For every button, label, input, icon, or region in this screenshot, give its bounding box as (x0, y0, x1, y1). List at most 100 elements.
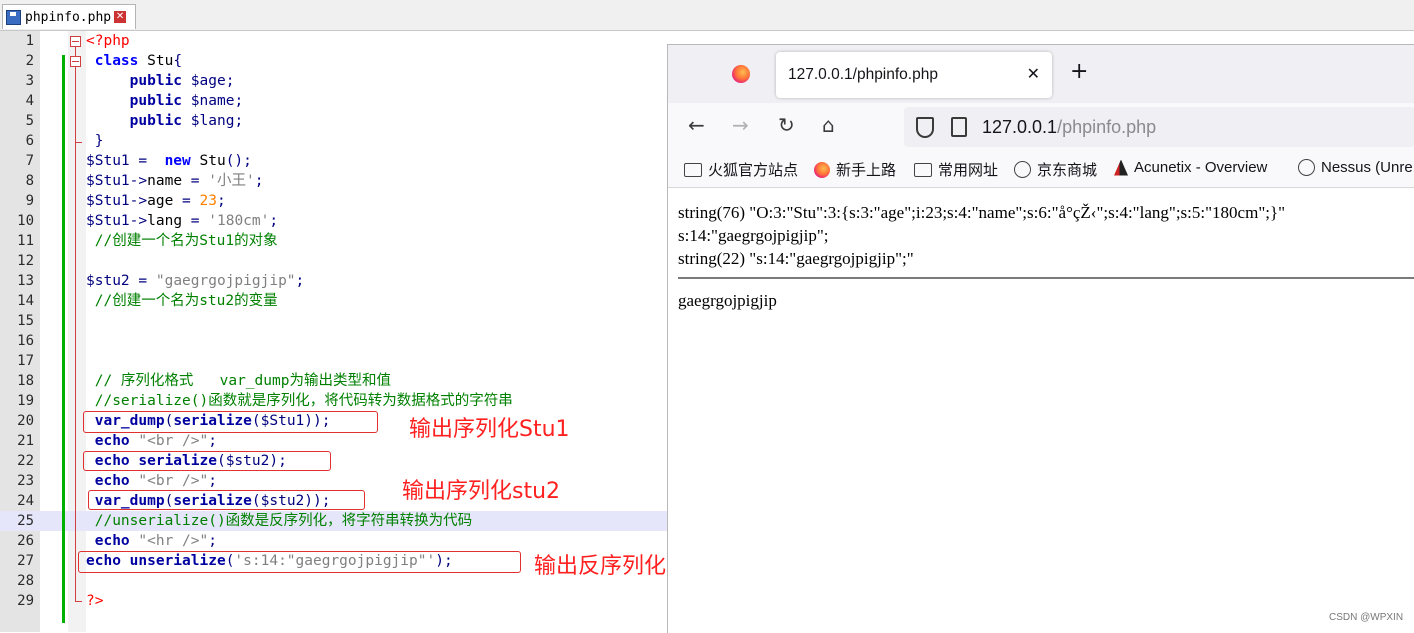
bookmark-item[interactable]: Acunetix - Overview (1114, 159, 1267, 176)
url-bar[interactable]: 127.0.0.1/phpinfo.php (904, 107, 1414, 147)
page-info-icon[interactable] (951, 117, 967, 137)
code-token: //serialize()函数就是序列化，将代码转为数据格式的字符串 (86, 393, 513, 409)
output-line: string(76) "O:3:"Stu":3:{s:3:"age";i:23;… (678, 203, 1286, 222)
code-line[interactable]: 1 <?php (0, 31, 668, 51)
code-token: $lang (182, 113, 235, 129)
code-token: = (182, 213, 209, 229)
globe-icon (1014, 161, 1031, 178)
close-icon[interactable]: ✕ (1027, 64, 1040, 83)
code-line[interactable]: 4 public $name; (0, 91, 668, 111)
close-icon[interactable]: ✕ (114, 11, 127, 23)
code-line[interactable]: 17 (0, 351, 668, 371)
line-number: 15 (17, 313, 34, 329)
line-number: 9 (25, 193, 34, 209)
line-number: 7 (25, 153, 34, 169)
code-line[interactable]: 26 echo "<hr />"; (0, 531, 668, 551)
code-token: (); (225, 153, 252, 169)
code-line[interactable]: 23 echo "<br />"; (0, 471, 668, 491)
code-line[interactable]: 7 $Stu1 = new Stu(); (0, 151, 668, 171)
line-number: 24 (17, 493, 34, 509)
code-token: = (129, 273, 156, 289)
back-arrow-icon[interactable]: ← (688, 113, 705, 137)
code-token: '180cm' (208, 213, 270, 229)
code-token: 23 (199, 193, 217, 209)
code-token: echo (94, 473, 130, 489)
code-line[interactable]: 9 $Stu1->age = 23; (0, 191, 668, 211)
code-text: echo "<br />"; (86, 431, 217, 451)
code-token: // 序列化格式 var_dump为输出类型和值 (86, 373, 391, 389)
bookmark-label: 常用网址 (938, 162, 999, 179)
fold-end (75, 142, 82, 143)
new-tab-icon[interactable]: + (1070, 59, 1088, 84)
browser-tab[interactable]: 127.0.0.1/phpinfo.php ✕ (776, 52, 1052, 98)
code-line[interactable]: 14 //创建一个名为stu2的变量 (0, 291, 668, 311)
firefox-icon[interactable] (732, 65, 750, 83)
bookmark-label: 京东商城 (1037, 162, 1098, 179)
reload-icon[interactable]: ↻ (778, 113, 795, 137)
code-token: ; (225, 73, 235, 89)
code-line[interactable]: 12 (0, 251, 668, 271)
code-token: "<br />" (129, 433, 209, 449)
shield-icon[interactable] (916, 117, 934, 138)
bookmark-item[interactable]: 新手上路 (814, 159, 896, 180)
bookmark-item[interactable]: 京东商城 (1014, 159, 1097, 180)
highlight-box (88, 490, 365, 510)
code-text: public $lang; (86, 111, 244, 131)
page-output: string(76) "O:3:"Stu":3:{s:3:"age";i:23;… (678, 201, 1413, 270)
code-text: $Stu1->age = 23; (86, 191, 226, 211)
fold-line (75, 142, 76, 602)
fold-line (75, 66, 76, 142)
line-number: 26 (17, 533, 34, 549)
code-line[interactable]: 25 //unserialize()函数是反序列化，将字符串转换为代码 (0, 511, 668, 531)
code-line[interactable]: 18 // 序列化格式 var_dump为输出类型和值 (0, 371, 668, 391)
code-token: //unserialize()函数是反序列化，将字符串转换为代码 (86, 513, 473, 529)
bookmark-item[interactable]: 火狐官方站点 (684, 159, 798, 180)
code-line[interactable]: 6 } (0, 131, 668, 151)
highlight-box (83, 451, 331, 471)
line-number: 22 (17, 453, 34, 469)
editor-tab-label: phpinfo.php (25, 9, 112, 25)
code-line[interactable]: 29 ?> (0, 591, 668, 611)
acunetix-icon (1114, 159, 1128, 176)
code-text: public $name; (86, 91, 244, 111)
code-token: ; (234, 93, 244, 109)
code-line[interactable]: 5 public $lang; (0, 111, 668, 131)
code-token: ?> (86, 593, 104, 609)
code-token: Stu (138, 53, 174, 69)
code-text: // 序列化格式 var_dump为输出类型和值 (86, 371, 391, 391)
annotation-label: 输出序列化stu2 (402, 479, 561, 504)
code-text: class Stu{ (86, 51, 182, 71)
change-marker-bar (62, 55, 65, 623)
code-line[interactable]: 15 (0, 311, 668, 331)
globe-icon (1298, 159, 1315, 176)
line-number: 3 (25, 73, 34, 89)
code-line[interactable]: 13 $stu2 = "gaegrgojpigjip"; (0, 271, 668, 291)
line-number: 27 (17, 553, 34, 569)
bookmark-item[interactable]: Nessus (Unre (1298, 159, 1413, 176)
forward-arrow-icon[interactable]: → (732, 113, 749, 137)
bookmark-item[interactable]: 常用网址 (914, 159, 998, 180)
code-line[interactable]: 10 $Stu1->lang = '180cm'; (0, 211, 668, 231)
code-line[interactable]: 3 public $age; (0, 71, 668, 91)
browser-tab-title: 127.0.0.1/phpinfo.php (788, 66, 938, 83)
folder-icon (914, 162, 932, 177)
code-token: echo (94, 433, 130, 449)
code-token: } (86, 133, 104, 149)
code-token: $age (182, 73, 226, 89)
code-editor[interactable]: 1 <?php 2 class Stu{3 public $age; 4 public… (0, 31, 714, 632)
code-line[interactable]: 11 //创建一个名为Stu1的对象 (0, 231, 668, 251)
line-number: 16 (17, 333, 34, 349)
code-line[interactable]: 2 class Stu{ (0, 51, 668, 71)
code-line[interactable]: 19 //serialize()函数就是序列化，将代码转为数据格式的字符串 (0, 391, 668, 411)
code-line[interactable]: 16 (0, 331, 668, 351)
home-icon[interactable]: ⌂ (822, 113, 835, 137)
code-text: } (86, 131, 104, 151)
editor-tab-phpinfo[interactable]: phpinfo.php ✕ (2, 4, 136, 29)
code-text: //创建一个名为stu2的变量 (86, 291, 278, 311)
code-line[interactable]: 8 $Stu1->name = '小王'; (0, 171, 668, 191)
code-token: "<br />" (129, 473, 209, 489)
browser-window: 127.0.0.1/phpinfo.php ✕ + ← → ↻ ⌂ 127.0.… (667, 44, 1414, 633)
